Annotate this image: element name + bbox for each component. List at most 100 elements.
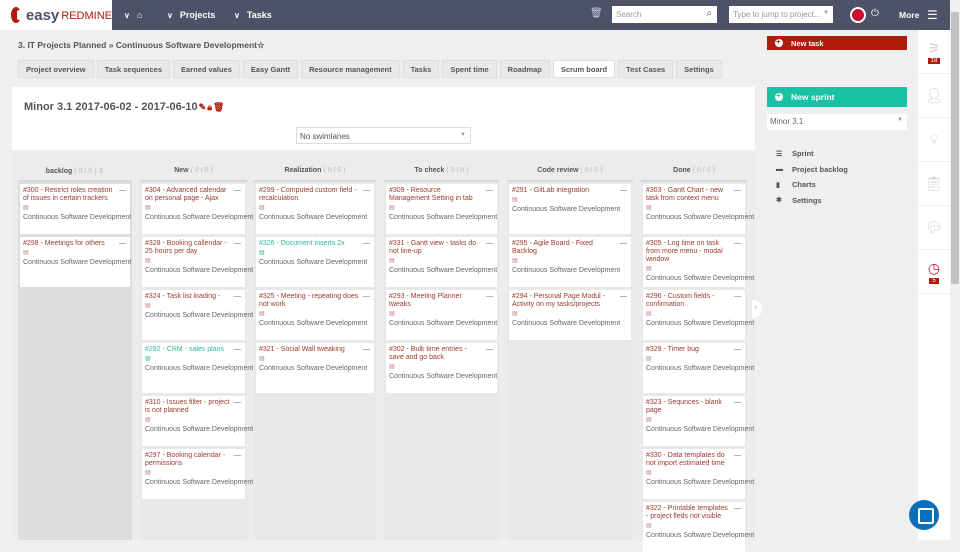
task-card[interactable]: #326 - Document inserts 2x — ▤ Continuous S…: [256, 237, 374, 287]
task-card[interactable]: #324 - Task list loading - — ▤ Continuous S…: [142, 290, 253, 340]
task-card[interactable]: #329 - Timer bug — ▤ Continuous Software De…: [643, 343, 754, 393]
jump-to-project-input[interactable]: Type to jump to project... ▼: [729, 6, 833, 23]
collapse-card-icon[interactable]: —: [486, 346, 493, 354]
collapse-card-icon[interactable]: —: [363, 187, 370, 195]
task-card[interactable]: #294 - Personal Page Modul - Activity on…: [509, 290, 631, 340]
task-title-link[interactable]: #321 - Social Wall tweaking: [259, 346, 371, 354]
collapse-card-icon[interactable]: —: [620, 240, 627, 248]
task-card[interactable]: #293 - Meeting Planner tweaks — ▤ Continuou…: [386, 290, 497, 340]
collapse-card-icon[interactable]: —: [734, 293, 741, 301]
task-title-link[interactable]: #324 - Task list loading -: [145, 293, 242, 301]
task-card[interactable]: #303 - Gantt Chart - new task from conte…: [643, 184, 754, 234]
collapse-card-icon[interactable]: —: [234, 187, 241, 195]
task-title-link[interactable]: #294 - Personal Page Modul - Activity on…: [512, 293, 628, 309]
collapse-card-icon[interactable]: —: [363, 293, 370, 301]
task-title-link[interactable]: #328 - Booking callendar - 25 hours per …: [145, 240, 242, 256]
collapse-card-icon[interactable]: —: [486, 293, 493, 301]
task-title-link[interactable]: #302 - Bulk time entries - save and go b…: [389, 346, 494, 362]
collapse-card-icon[interactable]: —: [734, 187, 741, 195]
user-button[interactable]: 👤︎: [918, 74, 950, 118]
task-card[interactable]: #323 - Sequnces - blank page — ▤ Continuous…: [643, 396, 754, 446]
collapse-card-icon[interactable]: —: [486, 187, 493, 195]
task-card[interactable]: #328 - Booking callendar - 25 hours per …: [142, 237, 253, 287]
task-title-link[interactable]: #304 - Advanced calendar on personal pag…: [145, 187, 242, 203]
chat-button[interactable]: 💬︎: [918, 206, 950, 250]
task-title-link[interactable]: #330 - Data templates do not import esti…: [646, 452, 742, 468]
task-title-link[interactable]: #326 - Document inserts 2x: [259, 240, 371, 248]
collapse-card-icon[interactable]: —: [119, 240, 126, 248]
task-title-link[interactable]: #323 - Sequnces - blank page: [646, 399, 742, 415]
sort-icon[interactable]: ⇕: [96, 168, 104, 175]
task-title-link[interactable]: #329 - Timer bug: [646, 346, 742, 354]
task-card[interactable]: #296 - Custom fields - confirmation — ▤ Con…: [643, 290, 754, 340]
collapse-card-icon[interactable]: —: [234, 240, 241, 248]
task-title-link[interactable]: #297 - Booking calendar - permissions: [145, 452, 242, 468]
search-icon[interactable]: ⌕: [706, 8, 712, 19]
tasks-menu[interactable]: ∨ Tasks: [234, 0, 272, 30]
scrollbar-thumb[interactable]: [951, 12, 959, 284]
task-card[interactable]: #304 - Advanced calendar on personal pag…: [142, 184, 253, 234]
tab-tasks[interactable]: Tasks: [402, 60, 440, 78]
task-card[interactable]: #291 - GitLab integration — ▤ Continuous So…: [509, 184, 631, 234]
task-card[interactable]: #298 - Meetings for others — ▤ Continuous S…: [20, 237, 131, 287]
collapse-sidebar-handle[interactable]: »: [752, 300, 762, 318]
task-card[interactable]: #309 - Resource Management Setting in ta…: [386, 184, 497, 234]
tab-test-cases[interactable]: Test Cases: [618, 60, 674, 78]
task-card[interactable]: #300 - Restrict roles creation of issues…: [20, 184, 131, 234]
sidebar-item-project-backlog[interactable]: ▬ Project backlog: [776, 162, 848, 178]
new-task-button[interactable]: New task: [767, 36, 907, 50]
task-card[interactable]: #292 - CRM - sales plans — ▤ Continuous Sof…: [142, 343, 253, 393]
task-card[interactable]: #305 - Log time on task from more menu -…: [643, 237, 754, 287]
projects-menu[interactable]: ∨ Projects: [167, 0, 215, 30]
collapse-card-icon[interactable]: —: [620, 187, 627, 195]
collapse-card-icon[interactable]: —: [363, 346, 370, 354]
task-card[interactable]: #321 - Social Wall tweaking — ▤ Continuous …: [256, 343, 374, 393]
collapse-card-icon[interactable]: —: [234, 399, 241, 407]
task-title-link[interactable]: #296 - Custom fields - confirmation: [646, 293, 742, 309]
task-title-link[interactable]: #298 - Meetings for others: [23, 240, 127, 248]
task-title-link[interactable]: #303 - Gantt Chart - new task from conte…: [646, 187, 742, 203]
tab-project-overview[interactable]: Project overview: [18, 60, 94, 78]
home-menu[interactable]: ∨ ⌂: [124, 0, 142, 30]
breadcrumb[interactable]: 3. IT Projects Planned » Continuous Soft…: [18, 40, 265, 51]
new-sprint-button[interactable]: New sprint: [767, 87, 907, 107]
task-title-link[interactable]: #295 - Agile Board - Fixed Backlog: [512, 240, 628, 256]
delete-icon[interactable]: 🗑︎: [213, 102, 224, 112]
task-card[interactable]: #302 - Bulk time entries - save and go b…: [386, 343, 497, 393]
collapse-card-icon[interactable]: —: [234, 452, 241, 460]
tab-earned-values[interactable]: Earned values: [173, 60, 240, 78]
chat-widget-button[interactable]: [909, 500, 939, 530]
logout-icon[interactable]: ⏻: [871, 8, 879, 19]
collapse-card-icon[interactable]: —: [363, 240, 370, 248]
task-title-link[interactable]: #331 - Gantt view - tasks do not line-up: [389, 240, 494, 256]
task-title-link[interactable]: #322 - Printable templates - project fle…: [646, 505, 742, 521]
task-title-link[interactable]: #299 - Computed custom field - recalcula…: [259, 187, 371, 203]
tab-easy-gantt[interactable]: Easy Gantt: [242, 60, 299, 78]
lock-icon[interactable]: 🔒︎: [207, 102, 212, 112]
collapse-card-icon[interactable]: —: [119, 187, 126, 195]
edit-icon[interactable]: ✎: [199, 102, 207, 112]
logo[interactable]: easy REDMINE: [0, 0, 112, 30]
collapse-card-icon[interactable]: —: [734, 240, 741, 248]
sidebar-item-charts[interactable]: ▮ Charts: [776, 177, 848, 193]
collapse-card-icon[interactable]: —: [234, 346, 241, 354]
collapse-card-icon[interactable]: —: [486, 240, 493, 248]
collapse-card-icon[interactable]: —: [734, 505, 741, 513]
task-title-link[interactable]: #309 - Resource Management Setting in ta…: [389, 187, 494, 203]
ideas-button[interactable]: 💡︎: [918, 118, 950, 162]
task-title-link[interactable]: #292 - CRM - sales plans: [145, 346, 242, 354]
collapse-card-icon[interactable]: —: [734, 346, 741, 354]
activity-feed-button[interactable]: ⚞ 18: [918, 30, 950, 74]
collapse-card-icon[interactable]: —: [234, 293, 241, 301]
task-card[interactable]: #331 - Gantt view - tasks do not line-up…: [386, 237, 497, 287]
trash-icon[interactable]: 🗑: [590, 8, 603, 19]
tab-resource-management[interactable]: Resource management: [301, 60, 400, 78]
task-card[interactable]: #322 - Printable templates - project fle…: [643, 502, 754, 552]
task-card[interactable]: #299 - Computed custom field - recalcula…: [256, 184, 374, 234]
task-title-link[interactable]: #300 - Restrict roles creation of issues…: [23, 187, 127, 203]
tab-roadmap[interactable]: Roadmap: [499, 60, 550, 78]
hamburger-icon[interactable]: ☰: [927, 8, 938, 22]
collapse-card-icon[interactable]: —: [734, 452, 741, 460]
collapse-card-icon[interactable]: —: [620, 293, 627, 301]
task-title-link[interactable]: #293 - Meeting Planner tweaks: [389, 293, 494, 309]
